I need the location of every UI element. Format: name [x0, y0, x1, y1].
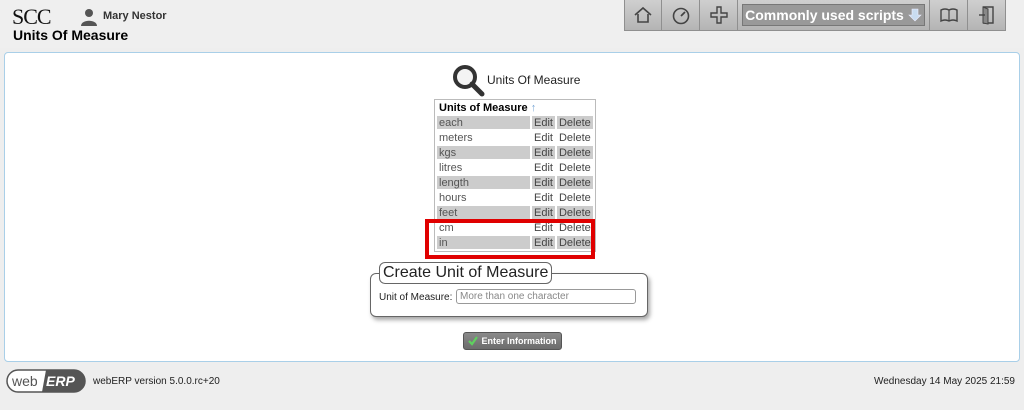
delete-link[interactable]: Delete: [556, 206, 593, 219]
edit-link[interactable]: Edit: [532, 191, 555, 204]
table-row: each Edit Delete: [437, 116, 593, 129]
delete-link[interactable]: Delete: [556, 176, 593, 189]
unit-name: feet: [437, 206, 530, 219]
table-row: meters Edit Delete: [437, 131, 593, 144]
section-title-text: Units Of Measure: [487, 73, 581, 87]
arrow-down-icon: [908, 8, 922, 22]
section-title: Units Of Measure: [451, 63, 580, 97]
date-time: Wednesday 14 May 2025 21:59: [873, 376, 1015, 387]
edit-link[interactable]: Edit: [532, 176, 555, 189]
sort-ascending-icon[interactable]: ↑: [531, 102, 537, 114]
header: SCC Mary Nestor Units Of Measure Commonl…: [0, 0, 1024, 48]
svg-text:web: web: [11, 373, 38, 389]
delete-link[interactable]: Delete: [557, 131, 593, 144]
unit-name: each: [437, 116, 530, 129]
user-icon: [81, 9, 97, 26]
unit-of-measure-input[interactable]: [456, 289, 636, 304]
weberp-logo[interactable]: web ERP: [6, 369, 86, 393]
commonly-used-scripts-menu[interactable]: Commonly used scripts: [738, 0, 930, 31]
dashboard-button[interactable]: [662, 0, 700, 31]
add-button[interactable]: [700, 0, 738, 31]
edit-link[interactable]: Edit: [532, 116, 555, 129]
checkmark-icon: [468, 336, 479, 346]
unit-name: kgs: [437, 146, 530, 159]
delete-link[interactable]: Delete: [556, 116, 593, 129]
delete-link[interactable]: Delete: [556, 146, 593, 159]
toolbar: Commonly used scripts: [624, 0, 1006, 33]
units-column-header[interactable]: Units of Measure ↑: [437, 102, 593, 114]
highlight-box: [425, 219, 595, 259]
unit-name: meters: [439, 131, 473, 144]
form-legend: Create Unit of Measure: [379, 262, 553, 284]
edit-link[interactable]: Edit: [532, 131, 555, 144]
enter-information-label: Enter Information: [481, 336, 557, 346]
add-icon: [709, 6, 728, 24]
home-button[interactable]: [624, 0, 662, 31]
scripts-menu-label: Commonly used scripts: [745, 7, 904, 23]
unit-name: length: [437, 176, 530, 189]
delete-link[interactable]: Delete: [557, 191, 593, 204]
enter-information-button[interactable]: Enter Information: [463, 332, 562, 350]
svg-text:ERP: ERP: [46, 373, 75, 389]
create-unit-form: Create Unit of Measure Unit of Measure:: [370, 262, 648, 317]
edit-link[interactable]: Edit: [532, 206, 555, 219]
user-name[interactable]: Mary Nestor: [103, 10, 167, 22]
version-text: webERP version 5.0.0.rc+20: [93, 376, 220, 387]
unit-name: hours: [439, 191, 467, 204]
table-row: litres Edit Delete: [437, 161, 593, 174]
table-row: feet Edit Delete: [437, 206, 593, 219]
edit-link[interactable]: Edit: [532, 161, 555, 174]
delete-link[interactable]: Delete: [557, 161, 593, 174]
magnifier-icon: [453, 65, 485, 97]
unit-of-measure-label: Unit of Measure:: [379, 292, 453, 303]
main-panel: Units Of Measure Units of Measure ↑ each…: [4, 52, 1020, 362]
logout-button[interactable]: [968, 0, 1006, 31]
edit-link[interactable]: Edit: [532, 146, 555, 159]
page-heading: Units Of Measure: [13, 27, 129, 43]
manual-icon: [939, 8, 958, 23]
unit-name: litres: [439, 161, 463, 174]
logout-icon: [978, 6, 994, 25]
table-row: length Edit Delete: [437, 176, 593, 189]
table-row: hours Edit Delete: [437, 191, 593, 204]
home-icon: [634, 6, 652, 23]
dashboard-icon: [672, 7, 689, 25]
manual-button[interactable]: [930, 0, 968, 31]
table-row: kgs Edit Delete: [437, 146, 593, 159]
